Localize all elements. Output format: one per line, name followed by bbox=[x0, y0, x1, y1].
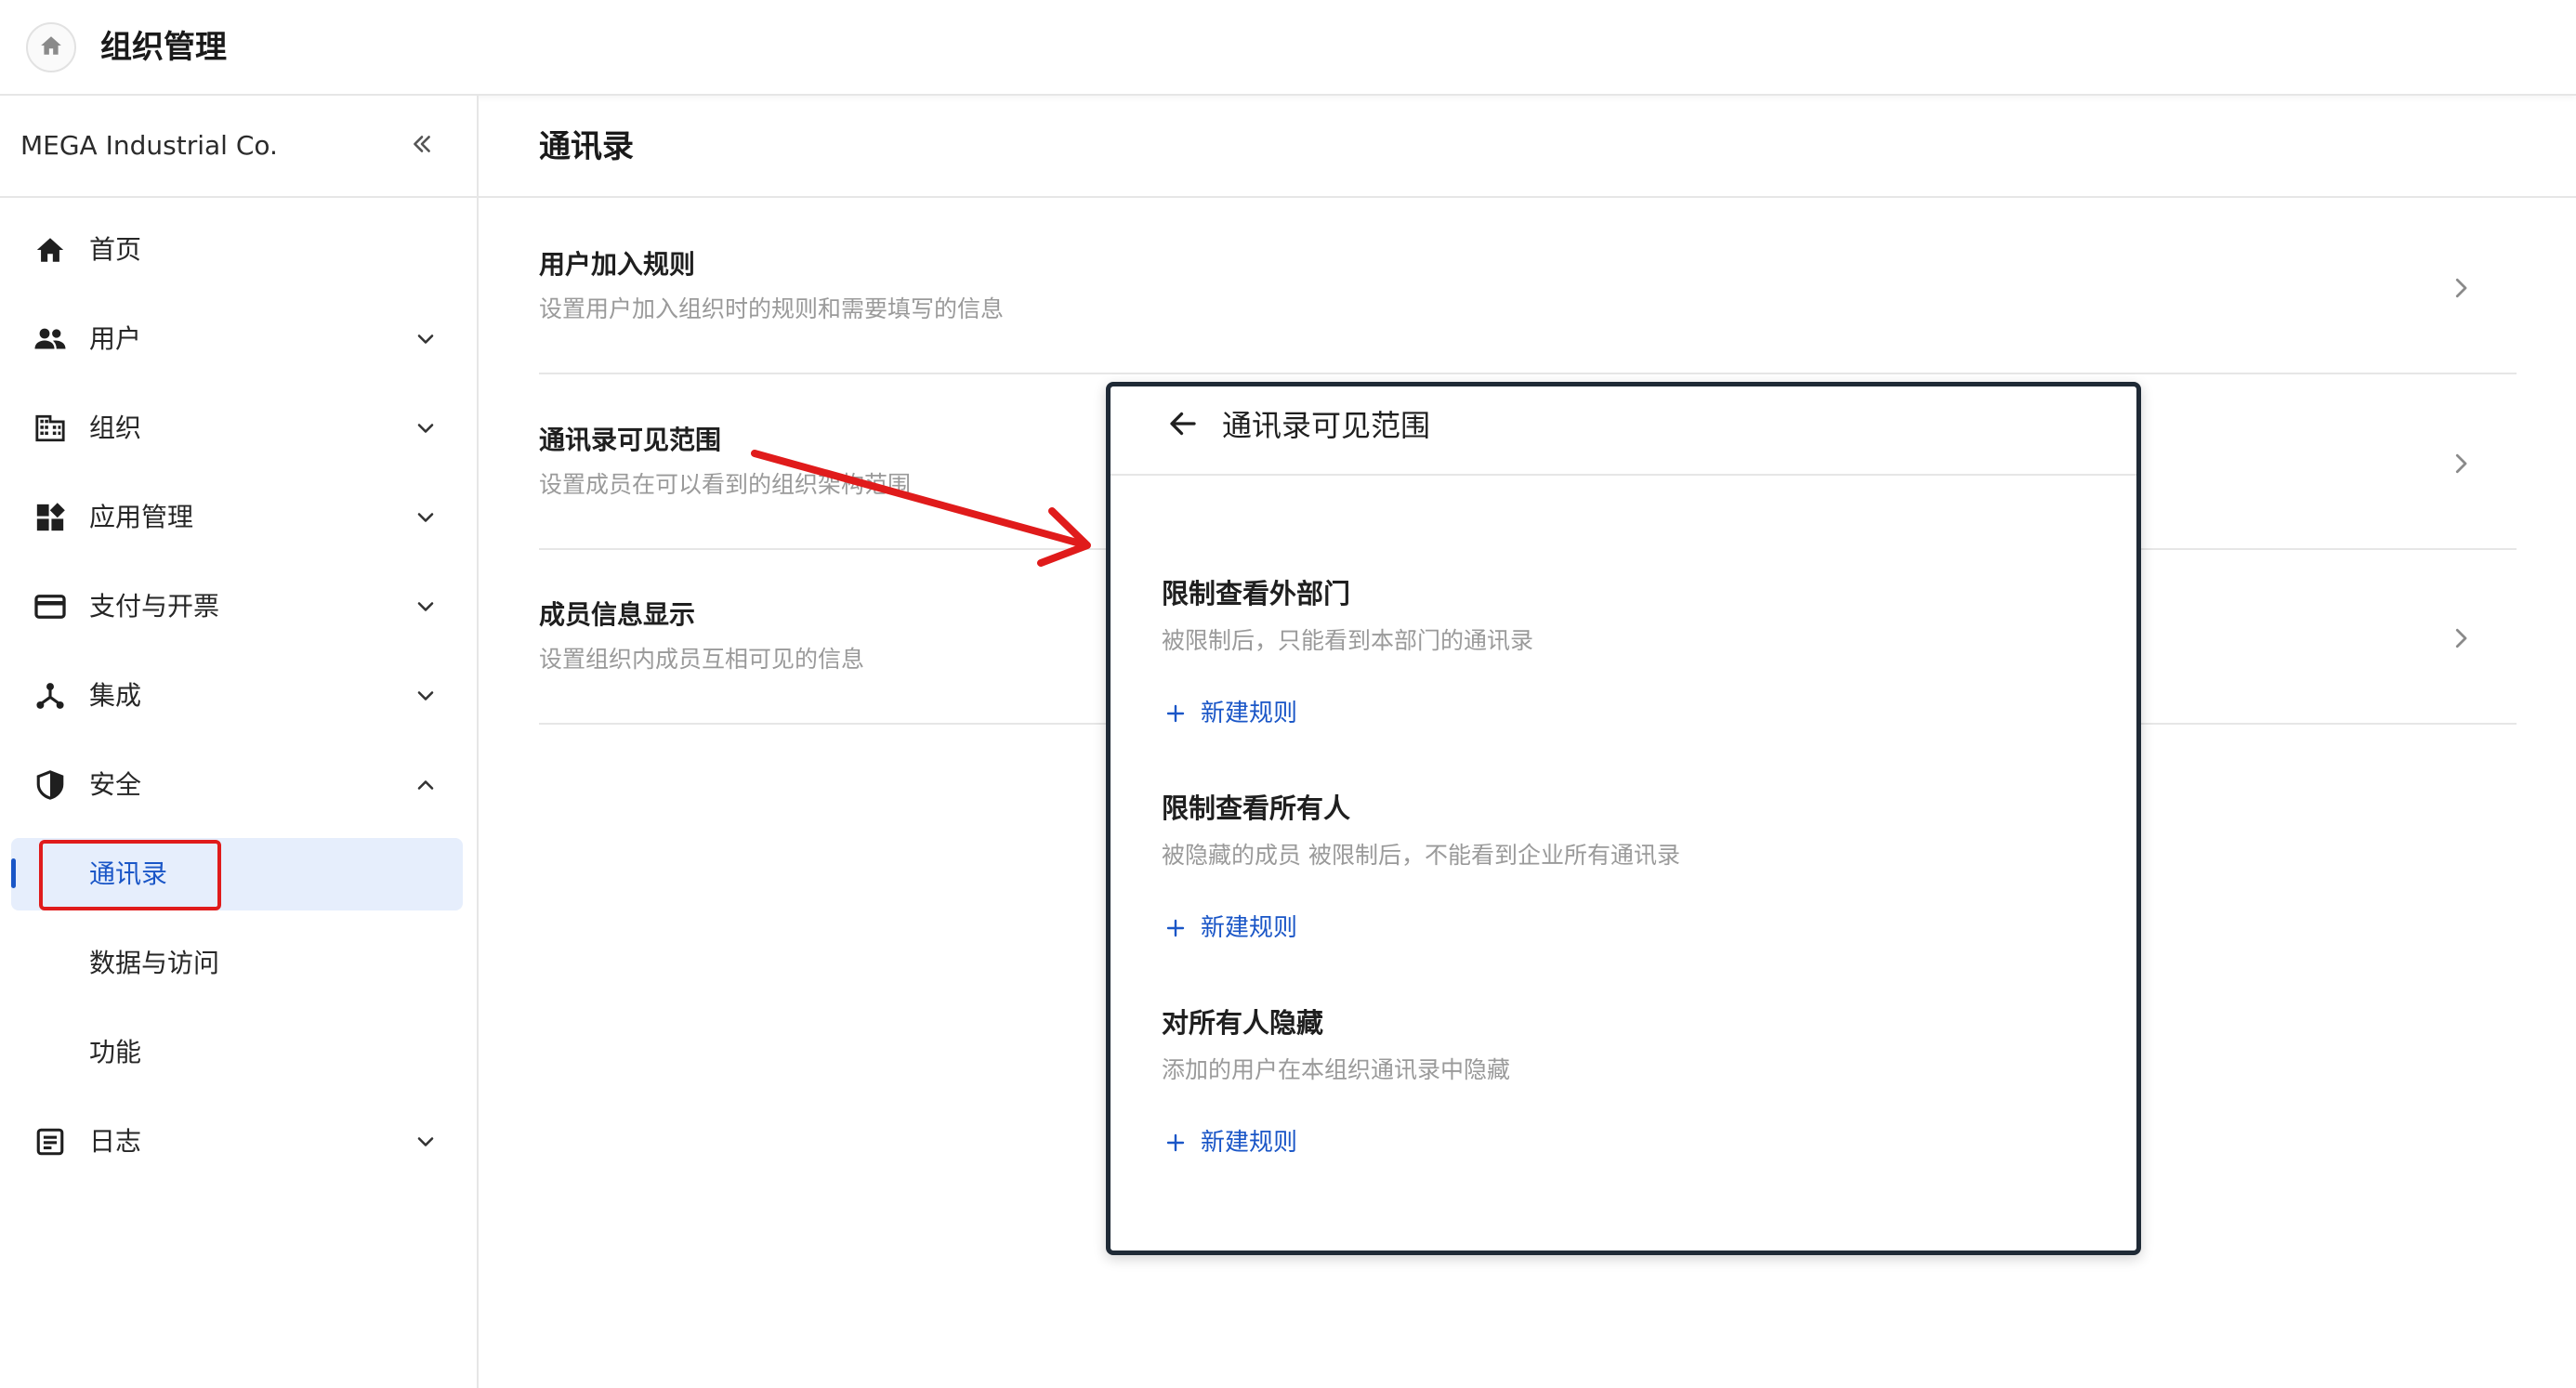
new-rule-button[interactable]: 新建规则 bbox=[1162, 695, 1297, 732]
home-icon bbox=[33, 233, 67, 267]
main-header: 通讯录 bbox=[479, 96, 2576, 198]
sidebar: MEGA Industrial Co. bbox=[0, 96, 479, 1388]
sidebar-subitem-label: 功能 bbox=[89, 1037, 142, 1067]
sidebar-item-label: 支付与开票 bbox=[89, 591, 220, 622]
sidebar-subitem-features[interactable]: 功能 bbox=[11, 1016, 463, 1089]
chevron-down-icon bbox=[409, 412, 442, 445]
org-name: MEGA Industrial Co. bbox=[20, 130, 278, 161]
active-indicator bbox=[11, 858, 16, 888]
setting-description: 设置用户加入组织时的规则和需要填写的信息 bbox=[539, 295, 1005, 322]
new-rule-label: 新建规则 bbox=[1201, 700, 1298, 727]
app-title: 组织管理 bbox=[100, 29, 227, 66]
sidebar-item-home[interactable]: 首页 bbox=[11, 214, 463, 286]
annotation-arrow bbox=[751, 450, 1091, 567]
credit-card-icon bbox=[33, 590, 67, 623]
home-button[interactable] bbox=[26, 22, 76, 72]
setting-title: 通讯录可见范围 bbox=[539, 425, 722, 455]
sidebar-item-billing[interactable]: 支付与开票 bbox=[11, 570, 463, 643]
panel-header: 通讯录可见范围 bbox=[1111, 386, 2136, 476]
sidebar-item-users[interactable]: 用户 bbox=[11, 303, 463, 375]
chevron-down-icon bbox=[409, 322, 442, 356]
plus-icon bbox=[1162, 700, 1189, 727]
chevron-right-icon bbox=[2442, 445, 2479, 482]
org-switcher: MEGA Industrial Co. bbox=[0, 96, 477, 198]
apps-icon bbox=[33, 501, 67, 534]
rule-description: 添加的用户在本组织通讯录中隐藏 bbox=[1162, 1056, 1511, 1083]
rule-block-hide-from-all: 对所有人隐藏 添加的用户在本组织通讯录中隐藏 新建规则 bbox=[1162, 1003, 2091, 1189]
new-rule-label: 新建规则 bbox=[1201, 1129, 1298, 1157]
rule-title: 限制查看外部门 bbox=[1162, 578, 1351, 609]
sidebar-item-integration[interactable]: 集成 bbox=[11, 660, 463, 732]
log-icon bbox=[33, 1125, 67, 1159]
double-chevron-left-icon bbox=[410, 132, 434, 160]
rule-title: 对所有人隐藏 bbox=[1162, 1007, 1324, 1039]
page-title: 通讯录 bbox=[539, 128, 634, 165]
shield-icon bbox=[33, 768, 67, 802]
chevron-down-icon bbox=[409, 1125, 442, 1159]
setting-title: 成员信息显示 bbox=[539, 599, 696, 630]
setting-description: 设置组织内成员互相可见的信息 bbox=[539, 646, 865, 673]
arrow-left-icon bbox=[1166, 407, 1200, 444]
chevron-right-icon bbox=[2442, 620, 2479, 657]
rule-block-restrict-all: 限制查看所有人 被隐藏的成员 被限制后，不能看到企业所有通讯录 新建规则 bbox=[1162, 789, 2091, 975]
plus-icon bbox=[1162, 914, 1189, 942]
visibility-scope-panel: 通讯录可见范围 限制查看外部门 被限制后，只能看到本部门的通讯录 新建规则 限制… bbox=[1106, 382, 2141, 1255]
page-root: 组织管理 MEGA Industrial Co. 首页 用户 组织 应用管理 支… bbox=[0, 0, 2576, 1388]
building-icon bbox=[33, 412, 67, 445]
users-icon bbox=[33, 322, 67, 356]
sidebar-item-label: 安全 bbox=[89, 769, 142, 800]
chevron-right-icon bbox=[2442, 269, 2479, 307]
rule-description: 被限制后，只能看到本部门的通讯录 bbox=[1162, 627, 1534, 654]
sidebar-item-label: 日志 bbox=[89, 1126, 142, 1157]
annotation-highlight-box bbox=[39, 840, 221, 910]
sidebar-item-organization[interactable]: 组织 bbox=[11, 392, 463, 465]
chevron-down-icon bbox=[409, 590, 442, 623]
chevron-down-icon bbox=[409, 501, 442, 534]
integration-icon bbox=[33, 679, 67, 713]
sidebar-item-label: 组织 bbox=[89, 412, 142, 443]
sidebar-subitem-label: 数据与访问 bbox=[89, 948, 220, 978]
sidebar-item-security[interactable]: 安全 bbox=[11, 749, 463, 821]
sidebar-item-label: 应用管理 bbox=[89, 502, 194, 532]
chevron-down-icon bbox=[409, 679, 442, 713]
plus-icon bbox=[1162, 1129, 1189, 1157]
rule-block-restrict-external: 限制查看外部门 被限制后，只能看到本部门的通讯录 新建规则 bbox=[1162, 574, 2091, 760]
new-rule-button[interactable]: 新建规则 bbox=[1162, 910, 1297, 947]
sidebar-item-label: 集成 bbox=[89, 680, 142, 711]
rule-description: 被隐藏的成员 被限制后，不能看到企业所有通讯录 bbox=[1162, 842, 1680, 869]
sidebar-item-label: 用户 bbox=[89, 323, 142, 354]
sidebar-item-logs[interactable]: 日志 bbox=[11, 1106, 463, 1178]
setting-title: 用户加入规则 bbox=[539, 249, 696, 280]
setting-row-join-rules[interactable]: 用户加入规则 设置用户加入组织时的规则和需要填写的信息 bbox=[539, 200, 2517, 374]
sidebar-subitem-data-access[interactable]: 数据与访问 bbox=[11, 927, 463, 1000]
panel-title: 通讯录可见范围 bbox=[1222, 408, 1431, 443]
back-button[interactable] bbox=[1163, 405, 1203, 446]
top-header: 组织管理 bbox=[0, 0, 2576, 96]
new-rule-label: 新建规则 bbox=[1201, 914, 1298, 942]
chevron-up-icon bbox=[409, 768, 442, 802]
sidebar-item-label: 首页 bbox=[89, 234, 142, 265]
collapse-sidebar-button[interactable] bbox=[403, 127, 440, 164]
new-rule-button[interactable]: 新建规则 bbox=[1162, 1124, 1297, 1161]
home-icon bbox=[39, 33, 63, 61]
sidebar-item-app-management[interactable]: 应用管理 bbox=[11, 481, 463, 554]
rule-title: 限制查看所有人 bbox=[1162, 792, 1351, 824]
